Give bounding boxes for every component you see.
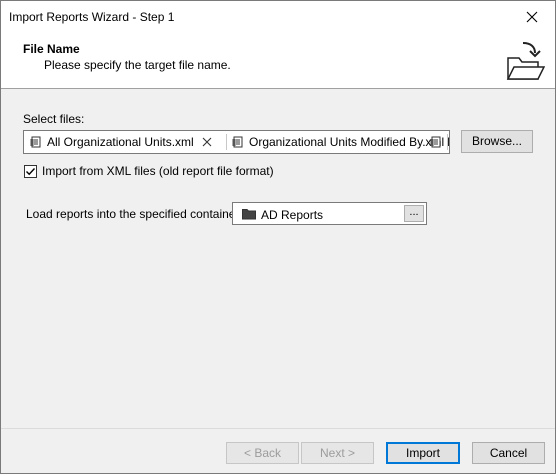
- footer-divider: [1, 428, 555, 429]
- report-file-icon: [30, 136, 41, 148]
- window-title: Import Reports Wizard - Step 1: [9, 10, 175, 24]
- import-button[interactable]: Import: [386, 442, 460, 464]
- choose-container-button[interactable]: ...: [404, 205, 424, 222]
- page-subtitle: Please specify the target file name.: [44, 58, 231, 72]
- wizard-header: File Name Please specify the target file…: [1, 32, 555, 89]
- file-chip[interactable]: Organizational Units Modified By.xml: [232, 133, 449, 151]
- back-button[interactable]: < Back: [226, 442, 299, 464]
- file-chip-label: Organizational Units Modified By.xml: [249, 135, 445, 149]
- wizard-window: Import Reports Wizard - Step 1 File Name…: [0, 0, 556, 474]
- file-chip-label: I: [447, 135, 449, 149]
- close-icon: [526, 11, 538, 22]
- select-files-label: Select files:: [23, 112, 85, 126]
- container-value: AD Reports: [261, 208, 324, 222]
- container-label: Load reports into the specified containe…: [26, 207, 243, 221]
- cancel-button[interactable]: Cancel: [472, 442, 545, 464]
- report-file-icon: [232, 136, 243, 148]
- xml-option-checkbox[interactable]: [24, 164, 37, 178]
- title-bar: Import Reports Wizard - Step 1: [1, 1, 555, 32]
- report-file-icon: [430, 136, 441, 148]
- file-chip[interactable]: All Organizational Units.xml: [30, 133, 212, 151]
- xml-option-row[interactable]: Import from XML files (old report file f…: [24, 164, 274, 178]
- chip-separator: [226, 134, 227, 150]
- container-field[interactable]: AD Reports ...: [232, 202, 427, 225]
- page-title: File Name: [23, 42, 80, 56]
- checkmark-icon: [26, 167, 36, 175]
- file-chip[interactable]: I: [430, 133, 449, 151]
- remove-file-icon[interactable]: [202, 137, 212, 147]
- selected-files-field[interactable]: All Organizational Units.xml Organizatio…: [23, 130, 450, 154]
- open-folder-icon: [506, 42, 545, 80]
- file-chip-label: All Organizational Units.xml: [47, 135, 194, 149]
- browse-button[interactable]: Browse...: [461, 130, 533, 153]
- close-button[interactable]: [509, 1, 555, 32]
- folder-icon: [242, 209, 256, 220]
- xml-option-label: Import from XML files (old report file f…: [42, 164, 274, 178]
- next-button[interactable]: Next >: [301, 442, 374, 464]
